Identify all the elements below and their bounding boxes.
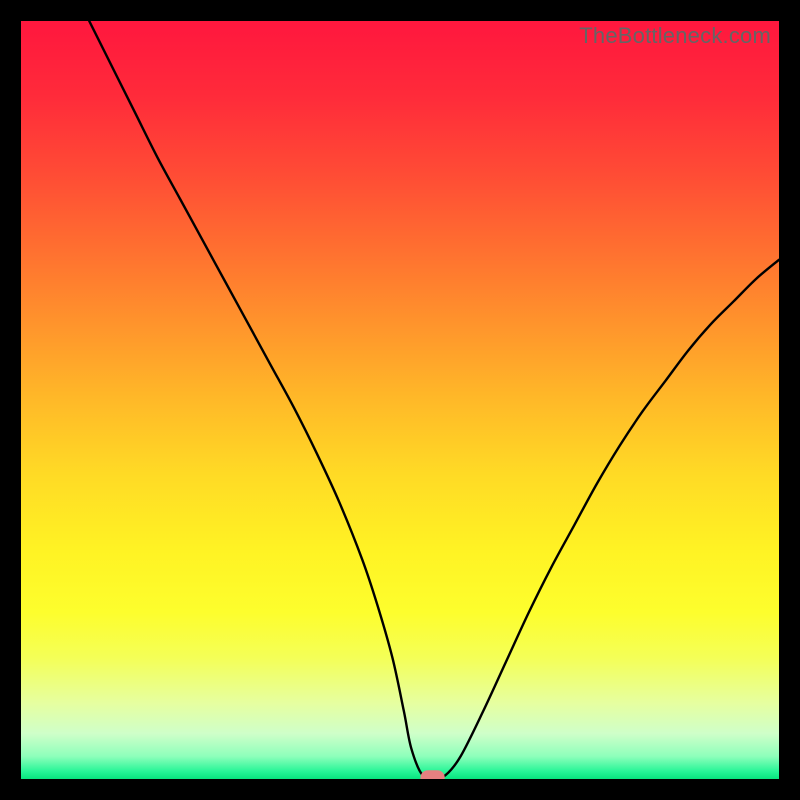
- watermark-text: TheBottleneck.com: [579, 23, 771, 49]
- optimum-marker: [420, 770, 444, 779]
- chart-background: [21, 21, 779, 779]
- chart-frame: TheBottleneck.com: [21, 21, 779, 779]
- bottleneck-chart: [21, 21, 779, 779]
